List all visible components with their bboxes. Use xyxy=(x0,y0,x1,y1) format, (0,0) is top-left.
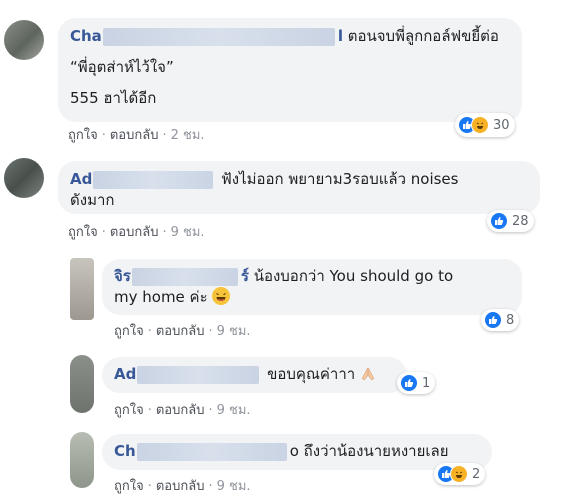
comment-text: ดังมาก xyxy=(70,191,115,209)
reply-link[interactable]: ตอบกลับ xyxy=(110,128,159,143)
reaction-summary[interactable]: 1 xyxy=(397,372,436,394)
like-reaction-icon xyxy=(400,374,418,392)
reply-text: ขอบคุณค่าาา xyxy=(267,365,356,383)
redacted-name xyxy=(93,170,214,189)
avatar[interactable] xyxy=(70,355,94,413)
reaction-count: 28 xyxy=(512,213,529,229)
reaction-count: 8 xyxy=(506,312,515,328)
avatar[interactable] xyxy=(4,158,44,198)
like-link[interactable]: ถูกใจ xyxy=(68,225,98,240)
comment-actions: ถูกใจ · ตอบกลับ · 9 ชม. xyxy=(68,225,205,240)
timestamp[interactable]: 9 ชม. xyxy=(217,324,251,339)
haha-reaction-icon xyxy=(450,465,468,483)
reaction-summary[interactable]: 30 xyxy=(455,113,515,137)
pray-emoji-icon xyxy=(360,366,376,382)
redacted-name xyxy=(136,442,287,461)
commenter-name[interactable]: Ad xyxy=(114,365,136,383)
commenter-name[interactable]: Cha xyxy=(70,27,102,45)
like-link[interactable]: ถูกใจ xyxy=(114,479,144,494)
commenter-name-suffix[interactable]: o xyxy=(290,442,299,460)
avatar[interactable] xyxy=(70,432,94,488)
comment-text: 555 ฮาได้อีก xyxy=(70,89,157,107)
commenter-name[interactable]: Ad xyxy=(70,170,92,188)
laughing-emoji-icon xyxy=(212,287,231,305)
commenter-name-suffix[interactable]: l xyxy=(338,27,343,45)
comment-text: ฟังไม่ออก พยายาม3รอบแล้ว noises xyxy=(221,170,459,188)
like-reaction-icon xyxy=(490,212,508,230)
reaction-count: 2 xyxy=(472,466,481,482)
reply-link[interactable]: ตอบกลับ xyxy=(156,324,205,339)
reply-text: น้องบอกว่า You should go to xyxy=(253,267,454,285)
redacted-name xyxy=(137,365,260,384)
timestamp[interactable]: 9 ชม. xyxy=(171,225,205,240)
like-link[interactable]: ถูกใจ xyxy=(68,128,98,143)
haha-reaction-icon xyxy=(471,116,489,134)
avatar[interactable] xyxy=(4,20,44,60)
reaction-summary[interactable]: 2 xyxy=(434,463,486,485)
reply-actions: ถูกใจ · ตอบกลับ · 9 ชม. xyxy=(114,479,251,494)
reply-actions: ถูกใจ · ตอบกลับ · 9 ชม. xyxy=(114,324,251,339)
reaction-count: 30 xyxy=(493,117,510,133)
reply-link[interactable]: ตอบกลับ xyxy=(110,225,159,240)
comment-text: “พี่อุตส่าห์ไว้ใจ” xyxy=(70,58,174,76)
reply-bubble: จิร ร์ น้องบอกว่า You should go to my hom… xyxy=(102,259,522,315)
comment-bubble: Ad ฟังไม่ออก พยายาม3รอบแล้ว noises ดังมา… xyxy=(58,161,540,214)
comment-bubble: Cha l ตอนจบพี่ลูกกอล์ฟขยี้ต่อ “พี่อุตส่าห… xyxy=(58,18,522,122)
reply-bubble: Ch o ถึงว่าน้องนายหงายเลย xyxy=(102,434,492,470)
reply-link[interactable]: ตอบกลับ xyxy=(156,403,205,418)
commenter-name[interactable]: Ch xyxy=(114,442,136,460)
like-reaction-icon xyxy=(484,311,502,329)
reaction-summary[interactable]: 28 xyxy=(487,210,534,232)
avatar[interactable] xyxy=(70,258,94,320)
like-link[interactable]: ถูกใจ xyxy=(114,324,144,339)
comment-actions: ถูกใจ · ตอบกลับ · 2 ชม. xyxy=(68,128,205,143)
timestamp[interactable]: 9 ชม. xyxy=(217,479,251,494)
reaction-summary[interactable]: 8 xyxy=(481,309,520,331)
reaction-count: 1 xyxy=(422,375,431,391)
timestamp[interactable]: 2 ชม. xyxy=(171,128,205,143)
timestamp[interactable]: 9 ชม. xyxy=(217,403,251,418)
redacted-name xyxy=(131,267,238,286)
reply-link[interactable]: ตอบกลับ xyxy=(156,479,205,494)
reply-text: my home ค่ะ xyxy=(114,288,208,306)
comment-text: ตอนจบพี่ลูกกอล์ฟขยี้ต่อ xyxy=(347,27,499,45)
redacted-name xyxy=(102,27,335,46)
reply-actions: ถูกใจ · ตอบกลับ · 9 ชม. xyxy=(114,403,251,418)
reply-bubble: Ad ขอบคุณค่าาา xyxy=(102,357,407,393)
like-link[interactable]: ถูกใจ xyxy=(114,403,144,418)
commenter-name-suffix[interactable]: ร์ xyxy=(241,267,249,285)
reply-text: ถึงว่าน้องนายหงายเลย xyxy=(303,442,449,460)
commenter-name[interactable]: จิร xyxy=(114,267,131,285)
